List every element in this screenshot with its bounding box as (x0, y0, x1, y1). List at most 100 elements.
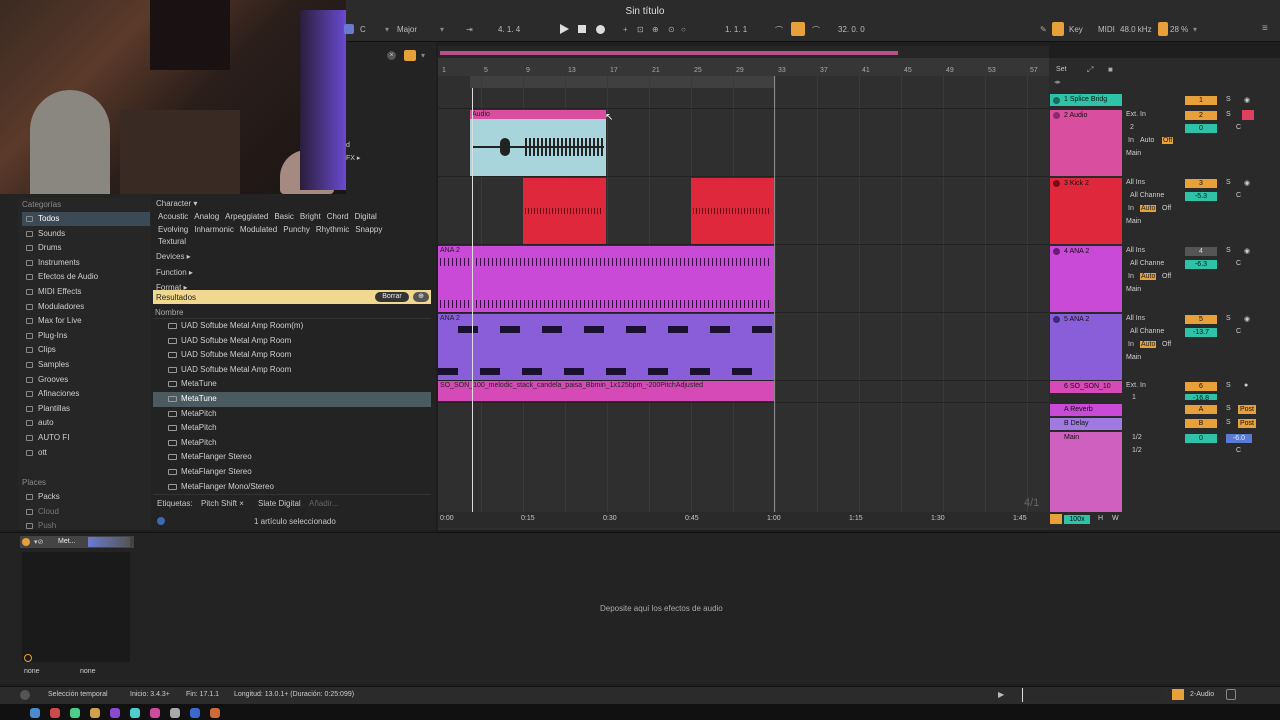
device-select-1[interactable]: none (24, 668, 40, 675)
app-icon[interactable] (150, 708, 160, 718)
monitor-in[interactable]: In (1128, 137, 1134, 144)
ana2-clip[interactable]: ANA 2 (438, 314, 774, 380)
clear-button[interactable]: Borrar (375, 292, 409, 302)
post-button[interactable]: Post (1238, 419, 1256, 428)
track-name[interactable]: 6 SO_SON_10 (1050, 381, 1122, 393)
punch-out-icon[interactable]: ⌒ (812, 25, 820, 36)
fold-icon[interactable] (1053, 112, 1060, 119)
track-name[interactable]: 1 Splice Bridg (1050, 94, 1122, 106)
arm-icon[interactable]: ◉ (1244, 247, 1250, 255)
list-item[interactable]: MetaTune (153, 377, 431, 392)
pan-field[interactable]: C (1236, 124, 1241, 131)
info-icon[interactable] (157, 517, 165, 525)
tag-chip[interactable]: Rhythmic (316, 225, 349, 234)
session-record-icon[interactable]: ⊙ (668, 25, 675, 34)
tag-chip[interactable]: Chord (327, 212, 349, 221)
track-name[interactable]: 2 Audio (1050, 110, 1122, 122)
list-item[interactable]: UAD Softube Metal Amp Room (153, 363, 431, 378)
monitor-auto[interactable]: Auto (1140, 205, 1157, 212)
monitor-auto[interactable]: Auto (1140, 273, 1157, 280)
capture-icon[interactable]: ⊕ (652, 25, 659, 34)
input-type-select[interactable]: Ext. In (1126, 382, 1146, 389)
cue-out-select[interactable]: 1/2 (1132, 434, 1142, 441)
tag-chip[interactable]: Snappy (355, 225, 382, 234)
input-channel-select[interactable]: All Channe (1130, 328, 1164, 335)
sidebar-item-grooves[interactable]: Grooves (22, 373, 150, 387)
monitor-in[interactable]: In (1128, 341, 1134, 348)
volume-field[interactable]: -13.7 (1185, 328, 1217, 337)
output-select[interactable]: Main (1126, 286, 1141, 293)
zoom-field[interactable]: 100x (1064, 515, 1090, 524)
follow-icon[interactable]: ⇥ (466, 25, 473, 34)
arm-icon[interactable]: ◉ (1244, 96, 1250, 104)
track-activator[interactable]: 2 (1185, 111, 1217, 120)
solo-button[interactable]: S (1226, 382, 1231, 389)
app-icon[interactable] (70, 708, 80, 718)
list-item[interactable]: UAD Softube Metal Amp Room (153, 348, 431, 363)
height-toggle[interactable]: H (1098, 515, 1103, 522)
main-track[interactable] (1050, 432, 1122, 512)
track-activator[interactable]: B (1185, 419, 1217, 428)
overdub-icon[interactable]: + (623, 25, 628, 34)
name-column-header[interactable]: Nombre (155, 308, 183, 317)
monitor-off[interactable]: Off (1162, 137, 1174, 144)
track-name[interactable]: B Delay (1050, 418, 1122, 430)
song-position[interactable]: 4. 1. 4 (498, 25, 520, 34)
app-icon[interactable] (210, 708, 220, 718)
sidebar-item-cloud[interactable]: Cloud (22, 505, 150, 519)
monitor-auto[interactable]: Auto (1140, 341, 1157, 348)
input-type-select[interactable]: All Ins (1126, 179, 1145, 186)
punch-in-icon[interactable]: ⌒ (775, 25, 783, 36)
tag-chip[interactable]: Textural (158, 237, 186, 246)
app-icon[interactable] (30, 708, 40, 718)
loop-toggle[interactable] (791, 22, 805, 36)
output-select[interactable]: Main (1126, 354, 1141, 361)
volume-field[interactable]: 0 (1185, 124, 1217, 133)
sidebar-item-drums[interactable]: Drums (22, 241, 150, 255)
sidebar-item-sounds[interactable]: Sounds (22, 227, 150, 241)
sidebar-item-tunings[interactable]: Afinaciones (22, 387, 150, 401)
filter-devices[interactable]: Devices ▸ (156, 252, 191, 261)
track-activator[interactable]: 0 (1185, 434, 1217, 443)
device-power-icon[interactable] (22, 538, 30, 546)
monitor-off[interactable]: Off (1162, 341, 1171, 348)
input-channel-select[interactable]: All Channe (1130, 192, 1164, 199)
sidebar-item-packs[interactable]: Packs (22, 490, 150, 504)
stop-icon[interactable] (578, 25, 586, 33)
loop-start[interactable]: 1. 1. 1 (725, 25, 747, 34)
app-icon[interactable] (170, 708, 180, 718)
solo-button[interactable]: S (1226, 419, 1231, 426)
input-type-select[interactable]: All Ins (1126, 247, 1145, 254)
monitor-off[interactable]: Off (1162, 205, 1171, 212)
solo-button[interactable]: S (1226, 247, 1231, 254)
track-activator[interactable]: A (1185, 405, 1217, 414)
save-search-button[interactable]: ⊕ (413, 292, 429, 302)
list-item[interactable]: UAD Softube Metal Amp Room(m) (153, 319, 431, 334)
sidebar-item-samples[interactable]: Samples (22, 358, 150, 372)
list-item[interactable]: MetaFlanger Stereo (153, 465, 431, 480)
key-map-button[interactable]: Key (1069, 25, 1083, 34)
monitor-in[interactable]: In (1128, 273, 1134, 280)
record-icon[interactable] (596, 25, 605, 34)
arm-button-active[interactable] (1242, 110, 1254, 120)
tag-add-button[interactable]: Añadir... (309, 499, 338, 508)
track-name[interactable]: A Reverb (1050, 404, 1122, 416)
volume-field[interactable]: -5.3 (1185, 192, 1217, 201)
track-activator[interactable]: 5 (1185, 315, 1217, 324)
tag-chip-slate-digital[interactable]: Slate Digital (258, 499, 301, 508)
tag-chip[interactable]: Punchy (283, 225, 310, 234)
tag-chip[interactable]: Arpeggiated (225, 212, 268, 221)
track-activator[interactable]: 3 (1185, 179, 1217, 188)
so-son-clip[interactable]: SO_SON_100_melodic_stack_candela_paisa_B… (438, 381, 774, 401)
pan-field[interactable]: C (1236, 260, 1241, 267)
fold-icon[interactable] (1053, 97, 1060, 104)
list-item[interactable]: MetaPitch (153, 436, 431, 451)
play-icon[interactable] (560, 24, 569, 34)
tag-chip[interactable]: Analog (194, 212, 219, 221)
track-activator[interactable]: 4 (1185, 247, 1217, 256)
solo-button[interactable]: S (1226, 179, 1231, 186)
list-item-selected[interactable]: MetaTune (153, 392, 431, 407)
fold-icon[interactable] (1053, 316, 1060, 323)
list-item[interactable]: UAD Softube Metal Amp Room (153, 334, 431, 349)
device-header-buttons[interactable] (88, 537, 130, 547)
